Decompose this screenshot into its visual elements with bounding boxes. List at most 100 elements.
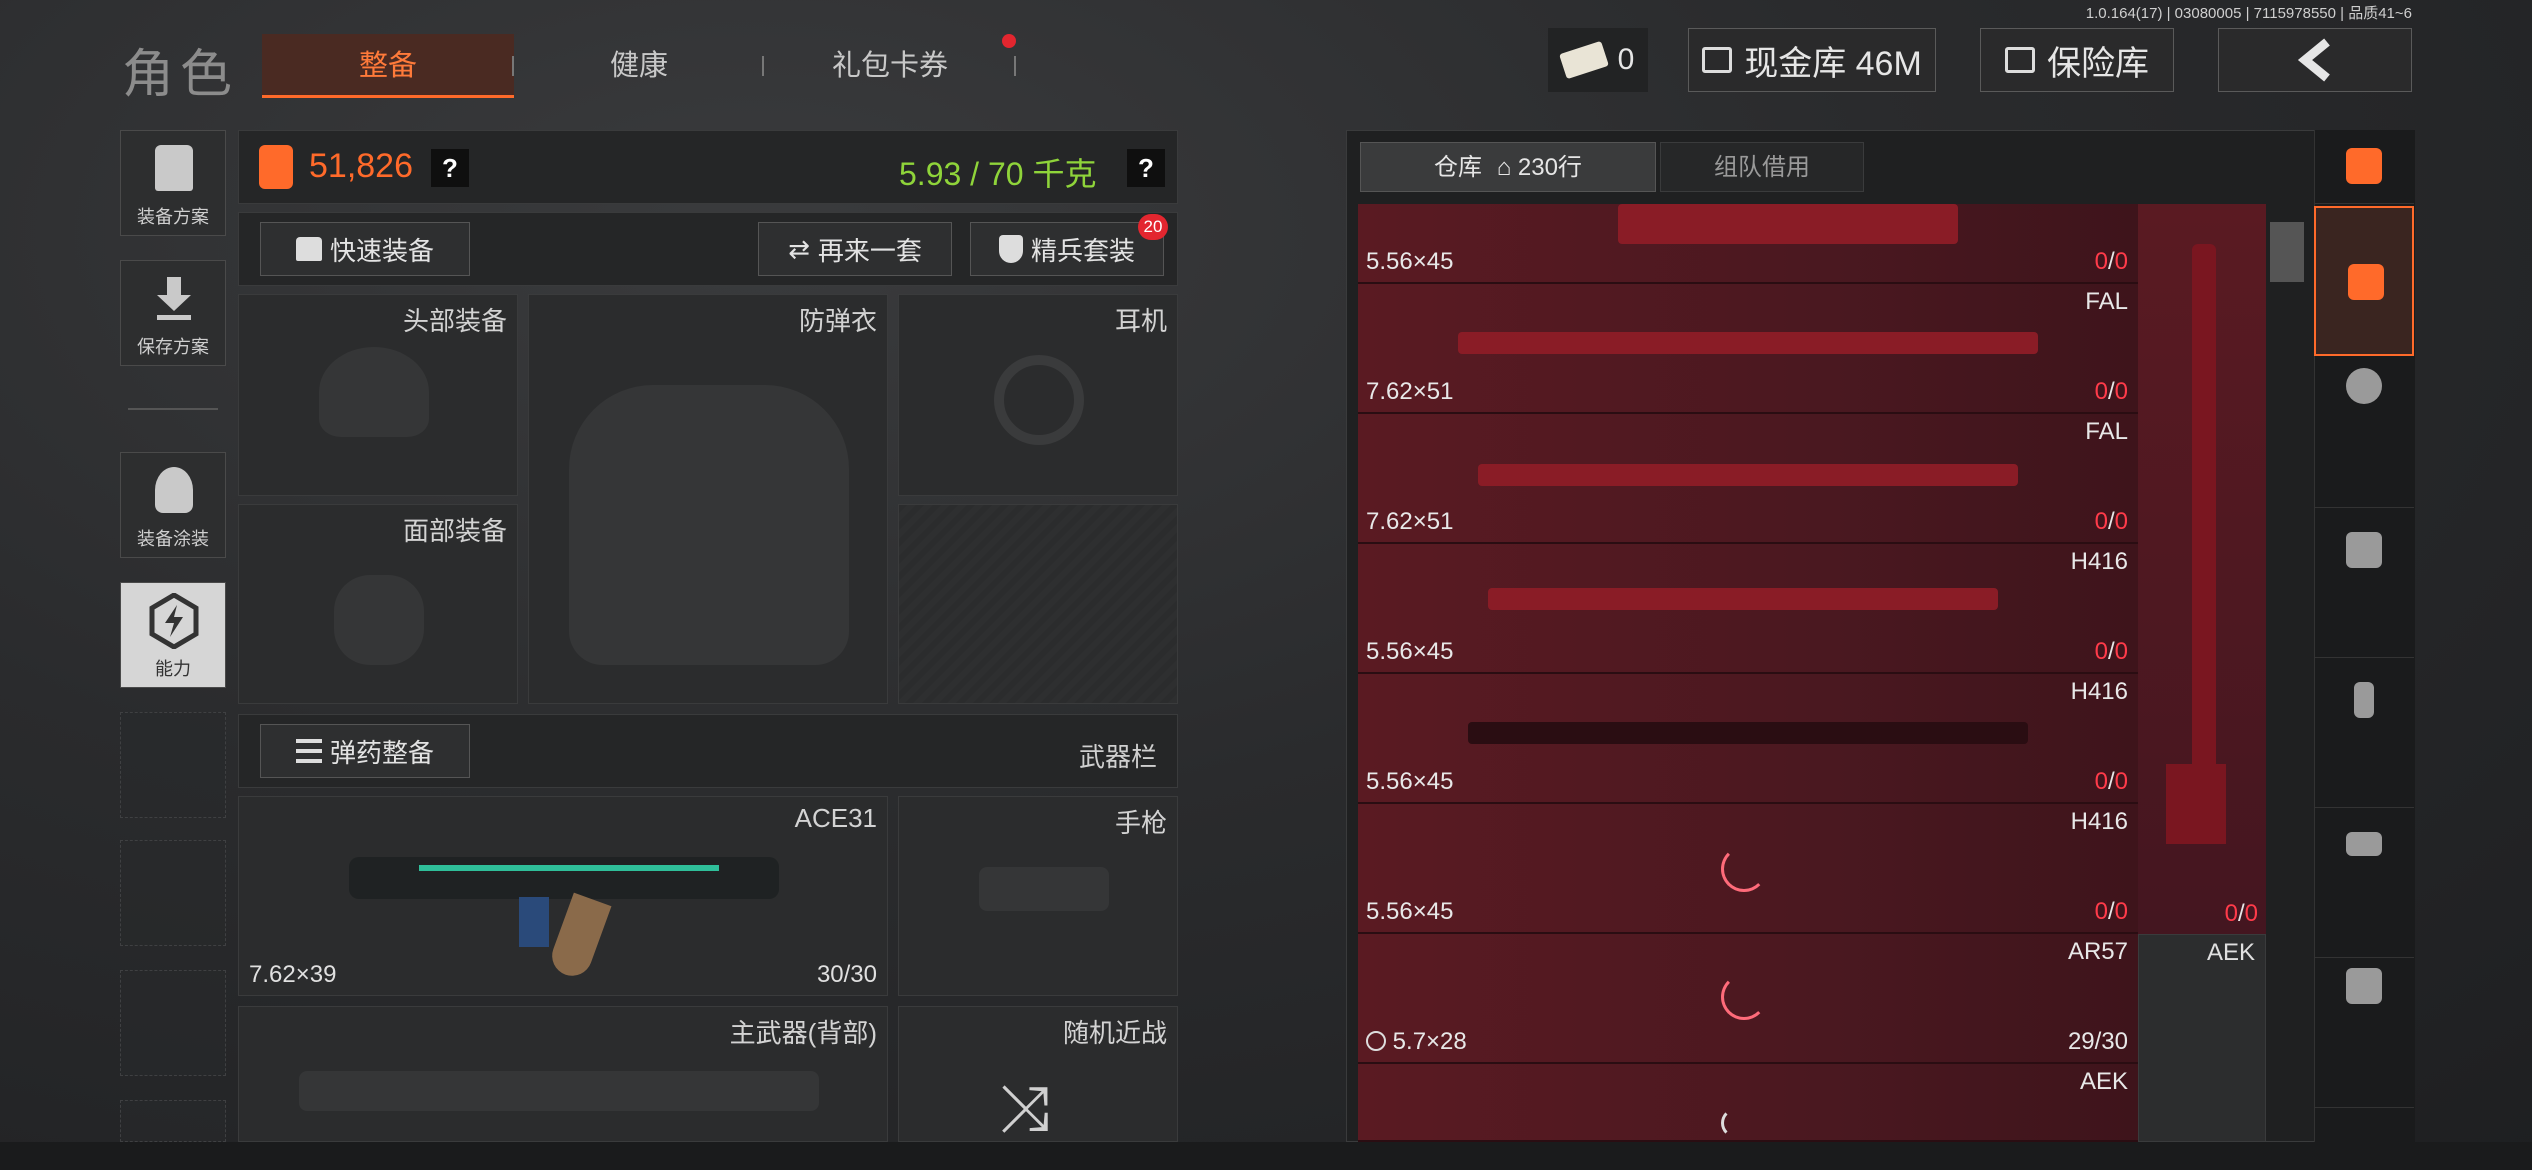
stash-item[interactable]: FAL 7.62×51 0/0: [1358, 284, 2138, 414]
filter-valuables[interactable]: [2314, 508, 2414, 658]
layers-icon: [2348, 264, 2384, 300]
headset-silhouette-icon: [994, 355, 1084, 445]
loading-spinner: [1721, 846, 1767, 892]
tab-gift-cards[interactable]: 礼包卡券: [764, 34, 1016, 98]
stash-item[interactable]: H416 5.56×45 0/0: [1358, 674, 2138, 804]
vest-icon: [155, 145, 193, 191]
filter-keys[interactable]: [2314, 658, 2414, 808]
stash-scrollbar[interactable]: [2270, 222, 2304, 282]
empty-slot: [120, 1100, 226, 1142]
loading-spinner: [1721, 974, 1767, 1020]
rifle-magazine: [546, 892, 612, 982]
weapon-image: [1618, 204, 1958, 244]
quick-equip-button[interactable]: 快速装备: [260, 222, 470, 276]
ammo-refit-button[interactable]: 弹药整备: [260, 724, 470, 778]
empty-slot: [120, 970, 226, 1076]
stash-item[interactable]: AEK: [1358, 1064, 2138, 1142]
stash-item-aek[interactable]: AEK: [2138, 934, 2266, 1142]
armor-value-icon: [259, 145, 293, 189]
stack-refresh-icon: [2346, 148, 2382, 184]
value-help-button[interactable]: ?: [431, 149, 469, 187]
shuffle-icon: ⤨: [999, 1072, 1051, 1144]
rifle-grip: [519, 897, 549, 947]
vault-icon: [1702, 47, 1733, 73]
locked-slot: [898, 504, 1178, 704]
primary-weapon-slot[interactable]: ACE31 7.62×39 30/30: [238, 796, 888, 996]
loading-spinner: [1721, 1108, 1751, 1138]
weapon-bar-label: 武器栏: [1078, 742, 1157, 772]
filter-cash[interactable]: [2314, 808, 2414, 958]
tab-equip[interactable]: 整备: [262, 34, 514, 98]
rifle-image: [349, 857, 779, 899]
elite-badge: 20: [1138, 214, 1168, 240]
headset-slot[interactable]: 耳机: [898, 294, 1178, 496]
safe-icon: [2005, 47, 2035, 73]
cash-icon: [2346, 832, 2382, 856]
melee-slot[interactable]: 随机近战 ⤨: [898, 1006, 1178, 1144]
empty-slot: [120, 840, 226, 946]
helmet-icon: [155, 467, 193, 513]
tab-divider: [1014, 56, 1016, 76]
stash-item[interactable]: AR57 5.7×28 29/30: [1358, 934, 2138, 1064]
head-gear-slot[interactable]: 头部装备: [238, 294, 518, 496]
again-button[interactable]: ⇄ 再来一套: [758, 222, 952, 276]
ticket-count: 0: [1617, 43, 1635, 76]
refresh-icon: ⇄: [788, 233, 810, 264]
filter-boxes[interactable]: [2314, 958, 2414, 1108]
sort-refresh-button[interactable]: [2314, 130, 2414, 204]
tab-warehouse[interactable]: 仓库 ⌂ 230行: [1360, 142, 1656, 192]
item-ammo: 29/30: [2067, 1028, 2128, 1055]
weight-help-button[interactable]: ?: [1127, 149, 1165, 187]
ability-button[interactable]: 能力: [120, 582, 226, 688]
download-icon: [157, 277, 191, 320]
ticket-icon: [1558, 40, 1609, 80]
stash-item[interactable]: 5.56×45 0/0: [1358, 204, 2138, 284]
empty-slot: [120, 712, 226, 818]
tab-health[interactable]: 健康: [514, 34, 764, 98]
role-title: 角色: [122, 46, 239, 104]
vest-silhouette-icon: [569, 385, 849, 665]
primary-back-slot[interactable]: 主武器(背部): [238, 1006, 888, 1142]
equip-skin-button[interactable]: 装备涂装: [120, 452, 226, 558]
ability-bolt-icon: [149, 593, 199, 649]
pistol-silhouette-icon: [979, 867, 1109, 911]
filter-all[interactable]: [2314, 206, 2414, 356]
ammo-icon: [295, 739, 322, 763]
cash-vault-button[interactable]: 现金库 46M: [1688, 28, 1936, 92]
stash-item-vertical[interactable]: 0/0: [2138, 204, 2266, 934]
home-icon: ⌂: [1496, 154, 1512, 181]
stash-item[interactable]: H416 5.56×45 0/0: [1358, 544, 2138, 674]
grenade-icon: [2346, 368, 2382, 404]
shield-icon: [998, 235, 1023, 263]
primary-caliber: 7.62×39: [249, 961, 337, 988]
pistol-slot[interactable]: 手枪: [898, 796, 1178, 996]
version-label: 1.0.164(17) | 03080005 | 7115978550 | 品质…: [2085, 5, 2412, 22]
item-caliber: 5.7×28: [1392, 1028, 1467, 1055]
safe-box-button[interactable]: 保险库: [1980, 28, 2174, 92]
weapon-image: [2192, 244, 2216, 844]
stash-item[interactable]: FAL 7.62×51 0/0: [1358, 414, 2138, 544]
weapon-stock: [2166, 764, 2226, 844]
back-button[interactable]: [2218, 28, 2412, 92]
skull-icon: [1366, 1031, 1386, 1051]
tab-team-borrow[interactable]: 组队借用: [1660, 142, 1864, 192]
weapon-image: [1478, 464, 2018, 486]
stash-item[interactable]: H416 5.56×45 0/0: [1358, 804, 2138, 934]
ticket-counter[interactable]: 0: [1548, 28, 1648, 92]
cash-vault-label: 现金库 46M: [1744, 44, 1922, 83]
face-gear-slot[interactable]: 面部装备: [238, 504, 518, 704]
filter-grenades[interactable]: [2314, 358, 2414, 508]
save-preset-button[interactable]: 保存方案: [120, 260, 226, 366]
notification-dot: [1002, 34, 1016, 48]
value-weight-bar: 51,826 ? 5.93 / 70 千克 ?: [238, 130, 1178, 204]
elite-set-button[interactable]: 精兵套装: [970, 222, 1164, 276]
back-arrow-icon: [2297, 38, 2330, 82]
rifle-silhouette-icon: [299, 1071, 819, 1111]
armor-slot[interactable]: 防弹衣: [528, 294, 888, 704]
menu-divider: [128, 408, 218, 410]
safe-box-label: 保险库: [2047, 44, 2149, 83]
weapon-image: [1488, 588, 1998, 610]
weapon-image: [1468, 722, 2028, 744]
key-icon: [2354, 682, 2374, 718]
equip-preset-button[interactable]: 装备方案: [120, 130, 226, 236]
